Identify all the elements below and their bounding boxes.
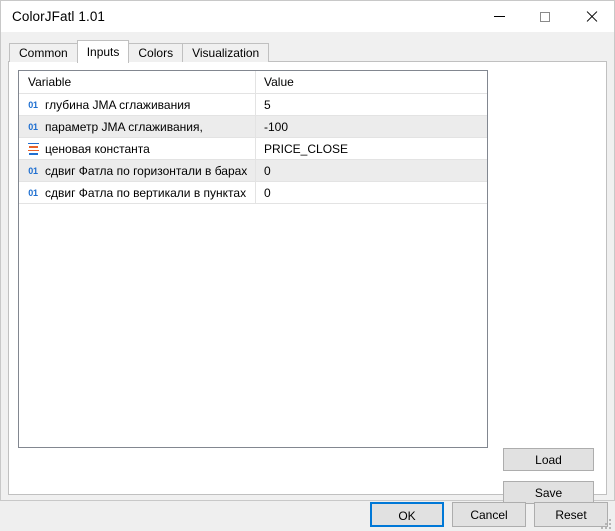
table-row[interactable]: 01 сдвиг Фатла по горизонтали в барах 0 [19, 160, 487, 182]
close-icon [586, 11, 597, 22]
maximize-button[interactable] [522, 1, 568, 32]
variable-cell: ценовая константа [19, 138, 256, 159]
tab-colors[interactable]: Colors [128, 43, 184, 62]
table-row[interactable]: 01 сдвиг Фатла по вертикали в пунктах 0 [19, 182, 487, 204]
variable-cell: 01 сдвиг Фатла по вертикали в пунктах [19, 182, 256, 203]
variable-name: сдвиг Фатла по вертикали в пунктах [45, 185, 247, 200]
table-header-row: Variable Value [19, 71, 487, 94]
tab-common[interactable]: Common [9, 43, 78, 62]
value-cell[interactable]: -100 [256, 116, 487, 137]
variable-name: сдвиг Фатла по горизонтали в барах [45, 163, 248, 178]
integer-icon: 01 [28, 165, 38, 176]
tab-visualization[interactable]: Visualization [182, 43, 270, 62]
inputs-tab-panel: Variable Value 01 глубина JMA сглаживани… [8, 61, 607, 504]
load-button[interactable]: Load [503, 448, 594, 471]
cancel-button[interactable]: Cancel [452, 502, 526, 527]
variable-cell: 01 глубина JMA сглаживания [19, 94, 256, 115]
value-cell[interactable]: 0 [256, 160, 487, 181]
table-row[interactable]: 01 глубина JMA сглаживания 5 [19, 94, 487, 116]
integer-icon: 01 [28, 121, 38, 132]
value-cell[interactable]: 5 [256, 94, 487, 115]
resize-grip[interactable] [599, 517, 611, 529]
variable-name: ценовая константа [45, 141, 150, 156]
maximize-icon [540, 11, 550, 22]
ok-button[interactable]: OK [370, 502, 444, 527]
variable-cell: 01 сдвиг Фатла по горизонтали в барах [19, 160, 256, 181]
integer-icon: 01 [28, 99, 38, 110]
parameters-table[interactable]: Variable Value 01 глубина JMA сглаживани… [18, 70, 488, 448]
properties-dialog: ColorJFatl 1.01 Common Inputs Colors Vis… [0, 0, 615, 529]
minimize-button[interactable] [476, 1, 522, 32]
enum-icon [26, 142, 40, 156]
value-cell[interactable]: 0 [256, 182, 487, 203]
close-button[interactable] [568, 1, 614, 32]
tab-inputs[interactable]: Inputs [76, 40, 130, 63]
window-title: ColorJFatl 1.01 [12, 9, 106, 24]
tab-strip: Common Inputs Colors Visualization [9, 39, 270, 63]
dialog-client-area: Common Inputs Colors Visualization Varia… [1, 32, 614, 529]
column-header-value: Value [264, 75, 294, 89]
value-cell[interactable]: PRICE_CLOSE [256, 138, 487, 159]
dialog-footer: OK Cancel Reset [1, 498, 614, 531]
reset-button[interactable]: Reset [534, 502, 608, 527]
variable-name: глубина JMA сглаживания [45, 97, 191, 112]
variable-cell: 01 параметр JMA сглаживания, [19, 116, 256, 137]
window-controls [476, 1, 614, 32]
variable-name: параметр JMA сглаживания, [45, 119, 203, 134]
integer-icon: 01 [28, 187, 38, 198]
table-row[interactable]: ценовая константа PRICE_CLOSE [19, 138, 487, 160]
title-bar: ColorJFatl 1.01 [1, 1, 614, 32]
minimize-icon [493, 16, 505, 17]
column-header-variable: Variable [19, 71, 256, 93]
table-row[interactable]: 01 параметр JMA сглаживания, -100 [19, 116, 487, 138]
